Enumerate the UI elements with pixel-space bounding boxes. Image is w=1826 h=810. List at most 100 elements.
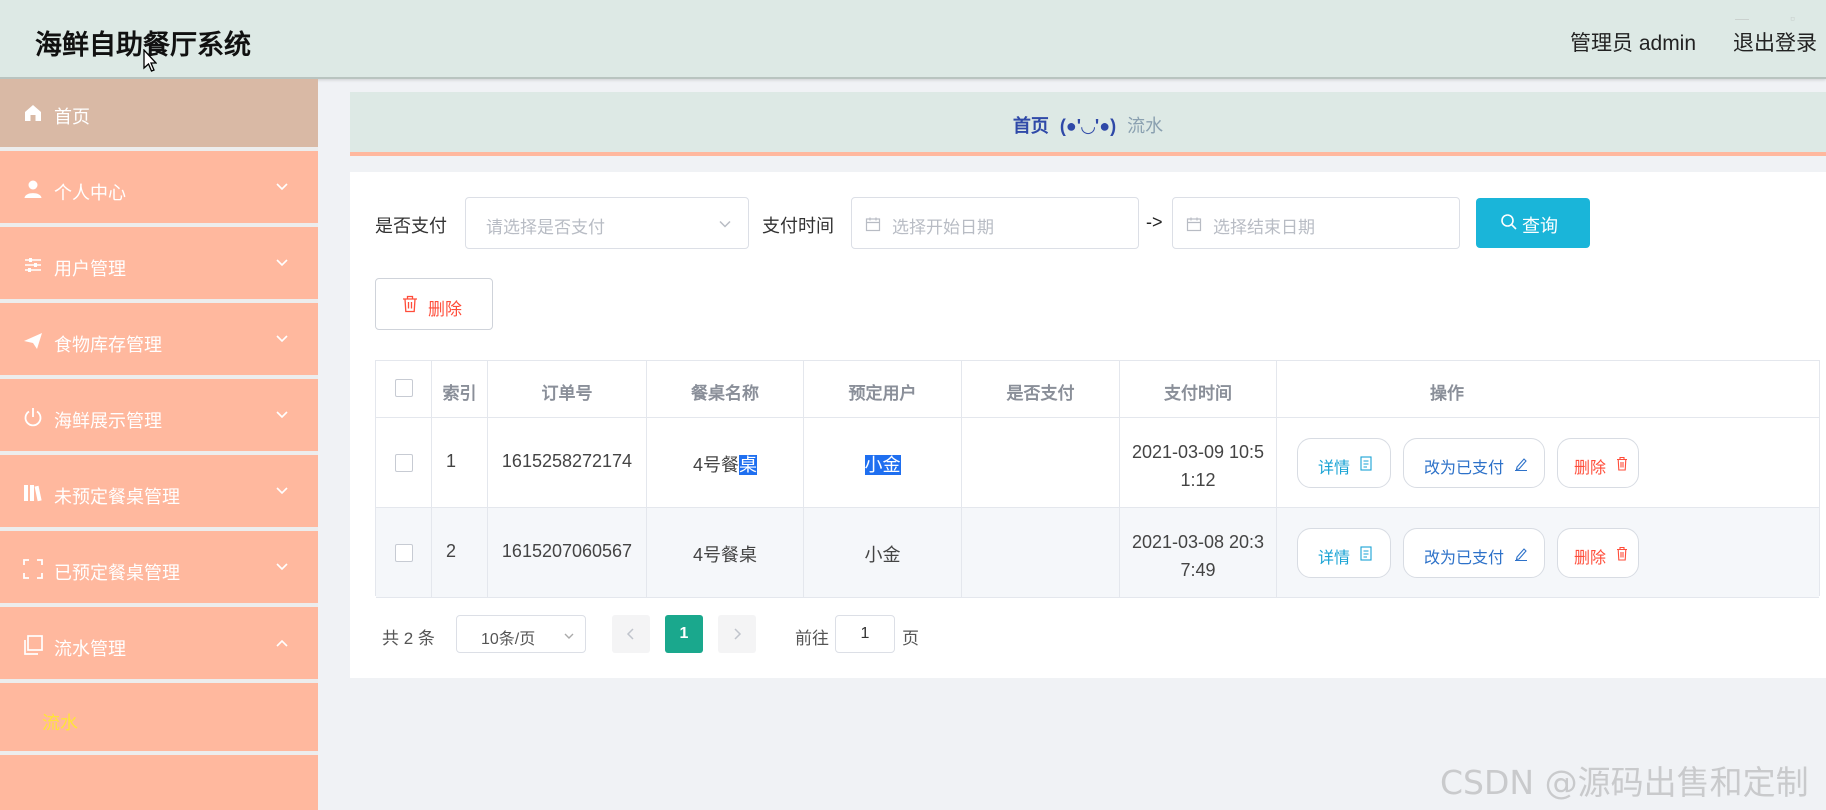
calendar-icon bbox=[1186, 217, 1202, 232]
page-number-button[interactable]: 1 bbox=[665, 615, 703, 653]
column-header-order-no: 订单号 bbox=[488, 361, 647, 418]
watermark-text: CSDN @源码出售和定制 bbox=[1440, 763, 1809, 802]
cell-order-no: 1615207060567 bbox=[488, 508, 647, 598]
send-icon bbox=[24, 333, 42, 349]
column-header-actions: 操作 bbox=[1430, 384, 1464, 403]
column-header-paid: 是否支付 bbox=[962, 361, 1120, 418]
cell-pay-time: 2021-03-08 20:3 7:49 bbox=[1120, 508, 1277, 598]
start-date-placeholder: 选择开始日期 bbox=[892, 218, 994, 237]
books-icon bbox=[24, 485, 42, 502]
cell-actions: 详情 改为已支付 删除 bbox=[1277, 508, 1639, 598]
sidebar-item-seafood[interactable]: 海鲜展示管理 bbox=[0, 383, 318, 455]
table-name-selected-part: 桌 bbox=[739, 455, 757, 475]
trash-icon bbox=[1617, 546, 1627, 561]
detail-button[interactable]: 详情 bbox=[1297, 438, 1391, 488]
pay-time-line2: 1:12 bbox=[1180, 470, 1216, 490]
query-button[interactable]: 查询 bbox=[1476, 198, 1590, 248]
mark-paid-button[interactable]: 改为已支付 bbox=[1403, 528, 1545, 578]
paid-select[interactable]: 请选择是否支付 bbox=[465, 197, 749, 249]
sidebar-item-label: 未预定餐桌管理 bbox=[54, 487, 180, 507]
sidebar-item-food-stock[interactable]: 食物库存管理 bbox=[0, 307, 318, 379]
sidebar: 首页 个人中心 用户管理 食物库存管理 海鲜展示管理 未预定餐桌管理 已预定餐桌… bbox=[0, 79, 318, 810]
logout-link[interactable]: 退出登录 bbox=[1733, 27, 1817, 57]
top-header: 海鲜自助餐厅系统 管理员 admin 退出登录 — ▫ bbox=[0, 0, 1826, 79]
user-selected-text: 小金 bbox=[864, 455, 901, 475]
row-select-cell bbox=[376, 418, 432, 508]
start-date-input[interactable]: 选择开始日期 bbox=[851, 197, 1139, 249]
mark-paid-button[interactable]: 改为已支付 bbox=[1403, 438, 1545, 488]
column-header-user: 预定用户 bbox=[804, 361, 962, 418]
sidebar-item-transactions[interactable]: 流水管理 bbox=[0, 611, 318, 683]
document-icon bbox=[1360, 546, 1372, 561]
sidebar-item-unbooked-tables[interactable]: 未预定餐桌管理 bbox=[0, 459, 318, 531]
cell-index: 1 bbox=[432, 418, 488, 508]
sidebar-item-label: 已预定餐桌管理 bbox=[54, 563, 180, 583]
chevron-down-icon bbox=[276, 563, 288, 571]
prev-page-button[interactable] bbox=[612, 615, 650, 653]
pay-time-label: 支付时间 bbox=[762, 216, 834, 236]
restore-icon[interactable]: ▫ bbox=[1790, 10, 1795, 26]
table-row: 1 1615258272174 4号餐桌 小金 2021-03-09 10:5 1… bbox=[376, 418, 1819, 508]
breadcrumb: 首页 (●'◡'●) 流水 bbox=[350, 92, 1826, 156]
cell-table-name: 4号餐桌 bbox=[647, 508, 804, 598]
sliders-icon bbox=[25, 258, 41, 272]
delete-row-button[interactable]: 删除 bbox=[1557, 438, 1639, 488]
query-button-label: 查询 bbox=[1522, 216, 1558, 236]
breadcrumb-home-link[interactable]: 首页 bbox=[1013, 116, 1049, 136]
sidebar-item-booked-tables[interactable]: 已预定餐桌管理 bbox=[0, 535, 318, 607]
breadcrumb-current: 流水 bbox=[1127, 116, 1164, 136]
header-select-cell bbox=[376, 361, 432, 418]
breadcrumb-separator: (●'◡'●) bbox=[1059, 116, 1117, 136]
mouse-cursor-icon bbox=[143, 49, 157, 72]
goto-page-value: 1 bbox=[860, 625, 870, 642]
column-header-index: 索引 bbox=[432, 361, 488, 418]
home-icon bbox=[25, 105, 41, 121]
cell-user: 小金 bbox=[804, 418, 962, 508]
page-suffix-label: 页 bbox=[902, 629, 919, 648]
pay-time-text: 2021-03-09 10:5 1:12 bbox=[1120, 438, 1276, 494]
cell-paid bbox=[962, 418, 1120, 508]
scan-icon bbox=[23, 559, 43, 579]
detail-button[interactable]: 详情 bbox=[1297, 528, 1391, 578]
paid-select-placeholder: 请选择是否支付 bbox=[486, 218, 605, 237]
bulk-delete-label: 删除 bbox=[428, 300, 462, 319]
search-icon bbox=[1501, 214, 1517, 230]
chevron-down-icon bbox=[276, 183, 288, 191]
page-size-select[interactable]: 10条/页 bbox=[456, 615, 586, 653]
sidebar-item-label: 用户管理 bbox=[54, 259, 126, 279]
cell-user-text: 小金 bbox=[804, 451, 961, 477]
next-page-button[interactable] bbox=[718, 615, 756, 653]
select-all-checkbox[interactable] bbox=[395, 379, 413, 397]
bulk-delete-button[interactable]: 删除 bbox=[375, 278, 493, 330]
chevron-down-icon bbox=[564, 633, 574, 639]
chevron-down-icon bbox=[719, 220, 731, 228]
sidebar-item-users[interactable]: 用户管理 bbox=[0, 231, 318, 303]
trash-icon bbox=[1617, 456, 1627, 471]
sidebar-item-label: 食物库存管理 bbox=[54, 335, 162, 355]
minimize-icon[interactable]: — bbox=[1735, 10, 1749, 26]
end-date-input[interactable]: 选择结束日期 bbox=[1172, 197, 1460, 249]
delete-row-button[interactable]: 删除 bbox=[1557, 528, 1639, 578]
chevron-down-icon bbox=[276, 487, 288, 495]
page-size-value: 10条/页 bbox=[481, 631, 536, 648]
date-range-separator: -> bbox=[1146, 212, 1163, 232]
row-checkbox[interactable] bbox=[395, 454, 413, 472]
table-row: 2 1615207060567 4号餐桌 小金 2021-03-08 20:3 7… bbox=[376, 508, 1819, 598]
chevron-down-icon bbox=[276, 411, 288, 419]
column-header-pay-time: 支付时间 bbox=[1120, 361, 1277, 418]
document-icon bbox=[1360, 456, 1372, 471]
cell-user: 小金 bbox=[804, 508, 962, 598]
chevron-down-icon bbox=[276, 259, 288, 267]
trash-icon bbox=[403, 295, 417, 313]
sidebar-item-label: 个人中心 bbox=[54, 183, 126, 203]
row-checkbox[interactable] bbox=[395, 544, 413, 562]
sidebar-item-home[interactable]: 首页 bbox=[0, 79, 318, 151]
current-user-label: 管理员 admin bbox=[1570, 32, 1697, 55]
sidebar-item-profile[interactable]: 个人中心 bbox=[0, 155, 318, 227]
sidebar-item-label: 流水管理 bbox=[54, 639, 126, 659]
chevron-right-icon bbox=[734, 628, 742, 640]
sidebar-subitem-transactions-list[interactable]: 流水 bbox=[0, 687, 318, 755]
main-content: 是否支付 请选择是否支付 支付时间 选择开始日期 -> 选择结束日期 查询 删除… bbox=[350, 172, 1826, 678]
goto-page-input[interactable]: 1 bbox=[835, 615, 895, 653]
pay-time-text: 2021-03-08 20:3 7:49 bbox=[1120, 528, 1276, 584]
